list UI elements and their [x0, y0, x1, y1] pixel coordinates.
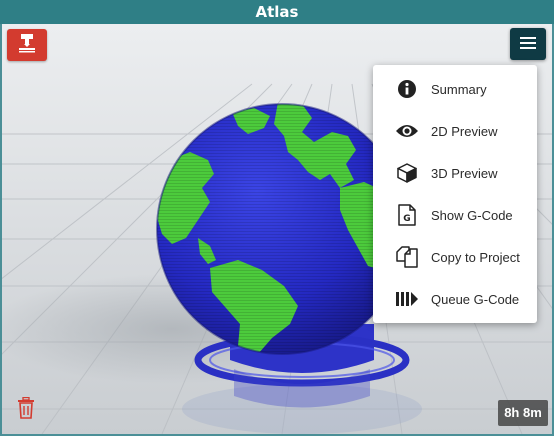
menu-item-queue-gcode[interactable]: Queue G-Code: [373, 278, 537, 320]
app-window: Atlas Summary 2D Preview 3D Preview G Sh…: [0, 0, 554, 436]
delete-button[interactable]: [15, 396, 37, 423]
print-time-badge: 8h 8m: [498, 400, 548, 426]
menu-item-2d-preview[interactable]: 2D Preview: [373, 110, 537, 152]
menu-item-copy-to-project[interactable]: Copy to Project: [373, 236, 537, 278]
queue-icon: [395, 287, 419, 311]
menu-item-3d-preview[interactable]: 3D Preview: [373, 152, 537, 194]
trash-icon: [17, 396, 35, 423]
menu-item-label: 2D Preview: [431, 123, 498, 139]
copy-icon: [395, 245, 419, 269]
menu-item-summary[interactable]: Summary: [373, 68, 537, 110]
gcode-file-icon: G: [395, 203, 419, 227]
cube-icon: [395, 161, 419, 185]
menu-item-label: Queue G-Code: [431, 291, 520, 307]
eye-icon: [395, 119, 419, 143]
info-icon: [395, 77, 419, 101]
menu-button[interactable]: [510, 28, 546, 60]
menu-item-label: Summary: [431, 81, 487, 97]
actions-menu: Summary 2D Preview 3D Preview G Show G-C…: [373, 65, 537, 323]
menu-item-label: 3D Preview: [431, 165, 498, 181]
slicer-nozzle-icon: [16, 33, 38, 57]
slicer-button[interactable]: [7, 29, 47, 61]
svg-text:G: G: [403, 214, 410, 224]
model-viewport[interactable]: Summary 2D Preview 3D Preview G Show G-C…: [2, 24, 552, 434]
window-title: Atlas: [0, 0, 554, 24]
menu-item-label: Show G-Code: [431, 207, 513, 223]
menu-item-label: Copy to Project: [431, 249, 520, 265]
menu-item-show-gcode[interactable]: G Show G-Code: [373, 194, 537, 236]
hamburger-menu-icon: [520, 35, 536, 54]
